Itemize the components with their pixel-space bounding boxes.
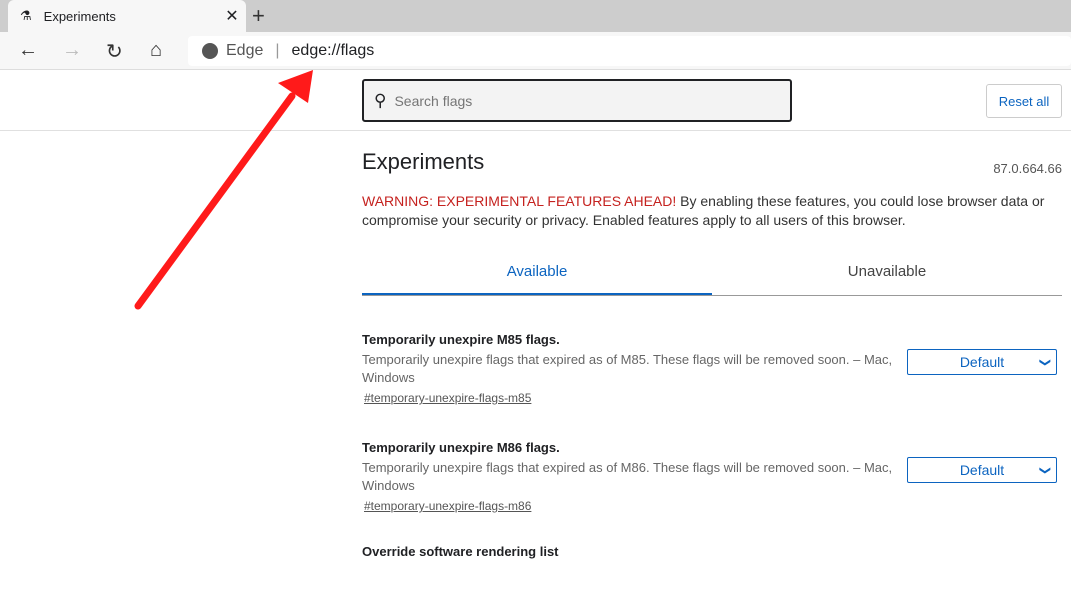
url-text: edge://flags — [291, 42, 375, 59]
tab-strip: ⚗ Experiments ✕ + — [0, 0, 1071, 32]
flag-link[interactable]: #temporary-unexpire-flags-m86 — [364, 499, 1062, 513]
reset-all-button[interactable]: Reset all — [986, 84, 1062, 118]
flags-header: ⚲ Reset all — [0, 70, 1071, 131]
version: 87.0.664.66 — [993, 161, 1062, 176]
flag-select[interactable]: Default ❯ — [907, 457, 1057, 483]
flag-select[interactable]: Default ❯ — [907, 349, 1057, 375]
address-bar[interactable]: Edge | edge://flags — [188, 36, 1071, 66]
flag-link[interactable]: #temporary-unexpire-flags-m85 — [364, 391, 1062, 405]
main-content: Experiments 87.0.664.66 WARNING: EXPERIM… — [362, 131, 1062, 616]
edge-icon — [202, 43, 218, 59]
tabs: Available Unavailable — [362, 255, 1062, 296]
close-tab-icon[interactable]: ✕ — [218, 6, 246, 26]
page-title: Experiments — [362, 149, 485, 174]
search-box[interactable]: ⚲ — [362, 79, 792, 122]
back-button[interactable]: ← — [18, 39, 38, 62]
flag-item: Temporarily unexpire M86 flags. Temporar… — [362, 440, 1062, 513]
flag-item: Temporarily unexpire M85 flags. Temporar… — [362, 332, 1062, 405]
chevron-down-icon: ❯ — [1038, 465, 1051, 475]
flask-icon: ⚗ — [20, 8, 32, 23]
flag-item: Override software rendering list — [362, 544, 559, 559]
tab-unavailable[interactable]: Unavailable — [712, 255, 1062, 295]
reload-button[interactable]: ↻ — [106, 39, 123, 64]
tab-available[interactable]: Available — [362, 255, 712, 295]
search-input[interactable] — [394, 92, 775, 109]
home-button[interactable]: ⌂ — [150, 39, 162, 62]
chevron-down-icon: ❯ — [1038, 357, 1051, 367]
toolbar: ← → ↻ ⌂ Edge | edge://flags — [0, 32, 1071, 70]
new-tab-button[interactable]: + — [252, 3, 265, 29]
tab-experiments[interactable]: ⚗ Experiments ✕ — [8, 0, 246, 32]
warning-text: WARNING: EXPERIMENTAL FEATURES AHEAD! By… — [362, 193, 1045, 228]
forward-button[interactable]: → — [62, 39, 82, 62]
search-icon: ⚲ — [374, 90, 387, 110]
